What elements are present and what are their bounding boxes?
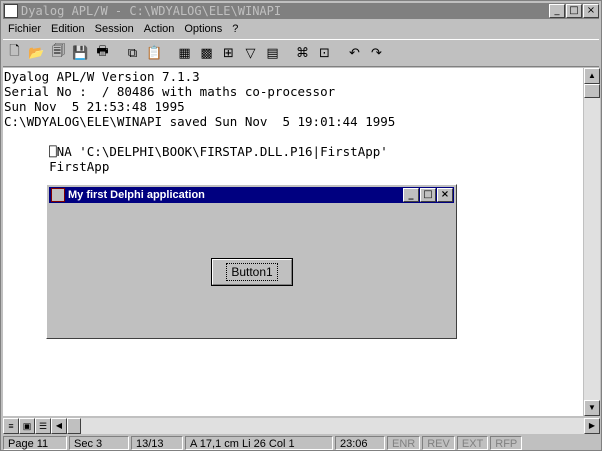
menu-bar: Fichier Edition Session Action Options ? bbox=[3, 20, 599, 38]
redo-icon[interactable]: ↷ bbox=[366, 43, 387, 63]
normal-view-icon[interactable]: ≡ bbox=[3, 418, 19, 434]
menu-fichier[interactable]: Fichier bbox=[3, 23, 46, 35]
close-button[interactable]: × bbox=[583, 4, 599, 18]
session-line: ⎕NA 'C:\DELPHI\BOOK\FIRSTAP.DLL.P16|Firs… bbox=[4, 144, 388, 159]
session-line: Dyalog APL/W Version 7.1.3 bbox=[4, 69, 200, 84]
grid-edit-icon[interactable]: ▩ bbox=[196, 43, 217, 63]
status-enr: ENR bbox=[387, 436, 421, 450]
button1[interactable]: Button1 bbox=[211, 258, 293, 286]
dialog-title: My first Delphi application bbox=[68, 189, 205, 201]
session-line: FirstApp bbox=[4, 159, 110, 174]
app-icon[interactable] bbox=[51, 188, 65, 202]
window-title: Dyalog APL/W - C:\WDYALOG\ELE\WINAPI bbox=[21, 4, 282, 18]
scroll-up-icon[interactable]: ▲ bbox=[584, 68, 600, 84]
status-section: Sec 3 bbox=[69, 436, 129, 450]
menu-options[interactable]: Options bbox=[179, 23, 227, 35]
new-file-icon[interactable]: 🗋 bbox=[4, 43, 25, 63]
status-bar: Page 11 Sec 3 13/13 A 17,1 cm Li 26 Col … bbox=[3, 435, 599, 451]
menu-action[interactable]: Action bbox=[139, 23, 180, 35]
status-page: Page 11 bbox=[3, 436, 67, 450]
status-pages: 13/13 bbox=[131, 436, 183, 450]
dialog-maximize-button[interactable]: □ bbox=[420, 188, 436, 202]
toolbar: 🗋 📂 🗐 💾 🖶 ⧉ 📋 ▦ ▩ ⊞ ▽ ▤ ⌘ ⊡ ↶ ↷ bbox=[3, 39, 599, 67]
copy-icon[interactable]: ⧉ bbox=[122, 43, 143, 63]
menu-help[interactable]: ? bbox=[227, 23, 243, 35]
paste-icon[interactable]: 📋 bbox=[144, 43, 165, 63]
page-view-icon[interactable]: ▣ bbox=[19, 418, 35, 434]
undo-icon[interactable]: ↶ bbox=[344, 43, 365, 63]
menu-session[interactable]: Session bbox=[90, 23, 139, 35]
session-line: C:\WDYALOG\ELE\WINAPI saved Sun Nov 5 19… bbox=[4, 114, 396, 129]
horizontal-scrollbar[interactable]: ≡ ▣ ☰ ◀ ▶ bbox=[3, 418, 600, 434]
dialog-title-bar[interactable]: My first Delphi application _ □ × bbox=[49, 187, 454, 203]
scroll-left-icon[interactable]: ◀ bbox=[51, 418, 67, 434]
object-tree-icon[interactable]: ⊞ bbox=[218, 43, 239, 63]
session-line: Serial No : / 80486 with maths co-proces… bbox=[4, 84, 336, 99]
session-line: Sun Nov 5 21:53:48 1995 bbox=[4, 99, 185, 114]
hierarchy-icon[interactable]: ⌘ bbox=[292, 43, 313, 63]
main-window: Dyalog APL/W - C:\WDYALOG\ELE\WINAPI _ □… bbox=[0, 0, 602, 451]
triangle-down-icon[interactable]: ▽ bbox=[240, 43, 261, 63]
copy-file-icon[interactable]: 🗐 bbox=[48, 43, 69, 63]
vertical-scrollbar[interactable]: ▲ ▼ bbox=[584, 68, 600, 416]
status-ext: EXT bbox=[456, 436, 489, 450]
bracket-icon[interactable]: ⊡ bbox=[314, 43, 335, 63]
delphi-app-window[interactable]: My first Delphi application _ □ × Button… bbox=[46, 184, 457, 339]
status-position: A 17,1 cm Li 26 Col 1 bbox=[185, 436, 333, 450]
minimize-button[interactable]: _ bbox=[549, 4, 565, 18]
open-folder-icon[interactable]: 📂 bbox=[26, 43, 47, 63]
save-icon[interactable]: 💾 bbox=[70, 43, 91, 63]
outline-view-icon[interactable]: ☰ bbox=[35, 418, 51, 434]
hscroll-thumb[interactable] bbox=[67, 418, 81, 434]
grid-icon[interactable]: ▦ bbox=[174, 43, 195, 63]
scroll-down-icon[interactable]: ▼ bbox=[584, 400, 600, 416]
maximize-button[interactable]: □ bbox=[566, 4, 582, 18]
dialog-minimize-button[interactable]: _ bbox=[403, 188, 419, 202]
table-icon[interactable]: ▤ bbox=[262, 43, 283, 63]
button1-label: Button1 bbox=[226, 263, 278, 281]
app-icon[interactable] bbox=[4, 4, 18, 18]
status-time: 23:06 bbox=[335, 436, 385, 450]
status-rfp: RFP bbox=[490, 436, 523, 450]
dialog-close-button[interactable]: × bbox=[437, 188, 453, 202]
menu-edition[interactable]: Edition bbox=[46, 23, 90, 35]
scroll-thumb[interactable] bbox=[584, 84, 600, 98]
title-bar[interactable]: Dyalog APL/W - C:\WDYALOG\ELE\WINAPI _ □… bbox=[3, 3, 599, 19]
scroll-right-icon[interactable]: ▶ bbox=[584, 418, 600, 434]
print-icon[interactable]: 🖶 bbox=[92, 43, 113, 63]
status-rev: REV bbox=[422, 436, 455, 450]
